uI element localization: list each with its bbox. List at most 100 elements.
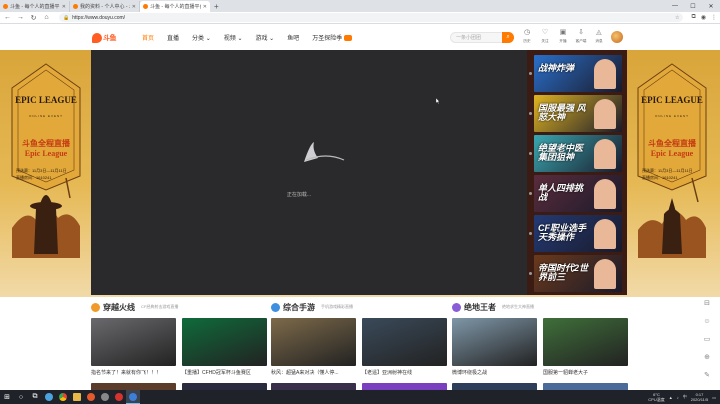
banner-title: EPIC LEAGUE	[641, 95, 703, 105]
browser-tab-1[interactable]: 斗鱼 - 每个人的直播平台 ✕	[0, 1, 70, 12]
start-button[interactable]: ⊞	[0, 390, 14, 404]
stream-thumbnail[interactable]	[362, 383, 447, 390]
maximize-button[interactable]: ☐	[684, 3, 702, 10]
menu-dots-icon[interactable]: ⋮	[711, 14, 717, 21]
streamer-face	[594, 139, 616, 169]
app-browser-active[interactable]	[126, 390, 140, 404]
stream-card[interactable]: 国服第一貂蝉老大子	[543, 318, 628, 376]
nav-yuba[interactable]: 鱼吧	[287, 33, 299, 42]
promo-item[interactable]: 国服最强 风怒大神	[534, 95, 622, 132]
search-button[interactable]: ⌕	[502, 32, 514, 43]
search-box[interactable]: 一条小团团 ⌕	[450, 32, 514, 43]
promo-item[interactable]: 单人四排挑战	[534, 175, 622, 212]
chevron-down-icon: ⌄	[237, 36, 243, 42]
stream-card[interactable]: 【老遥】亚洲射神在线	[362, 318, 447, 376]
forward-button[interactable]: →	[16, 14, 25, 21]
stream-thumbnail[interactable]	[182, 383, 267, 390]
extension-icon[interactable]: ⧉	[691, 14, 695, 21]
new-tab-button[interactable]: +	[210, 1, 223, 12]
app-explorer[interactable]	[70, 390, 84, 404]
volume-icon[interactable]: ♪	[677, 395, 679, 400]
task-view-icon: ⧉	[32, 393, 38, 400]
network-icon[interactable]: ▲	[669, 395, 673, 400]
recommended-streams-panel: 战神炸弹 国服最强 风怒大神 绝望老中医 集团狙神 单人四排挑战 CF职业选手 …	[527, 50, 627, 295]
promo-item[interactable]: CF职业选手 天秀操作	[534, 215, 622, 252]
stream-card[interactable]: 秋风：超猛A来对决（懂人停...	[271, 318, 356, 376]
screen-icon[interactable]: ▭	[704, 336, 711, 344]
app-browser-1[interactable]	[42, 390, 56, 404]
notification-icon[interactable]: ▭	[712, 395, 716, 400]
minimize-button[interactable]: —	[666, 3, 684, 9]
douyu-logo[interactable]: 斗鱼	[92, 32, 124, 43]
task-view-button[interactable]: ⧉	[28, 390, 42, 404]
bookmark-star-icon[interactable]: ☆	[675, 15, 679, 21]
search-taskbar-button[interactable]: ○	[14, 390, 28, 404]
start-stream-button[interactable]: ▣ 开播	[557, 29, 569, 44]
streamer-face	[594, 259, 616, 289]
section-pubg: 绝地王者 绝地求生大神直播 微博环绕极之战 国服第一貂蝉老大子	[452, 301, 628, 390]
stream-card[interactable]: 指名节来了！来就有你飞！！！	[91, 318, 176, 376]
nav-video[interactable]: 视频 ⌄	[224, 33, 243, 42]
app-security[interactable]	[112, 390, 126, 404]
home-button[interactable]: ⌂	[42, 14, 51, 21]
section-header[interactable]: 穿越火线 CF经典射击游戏直播	[91, 301, 267, 313]
ime-indicator[interactable]: 中	[683, 394, 687, 400]
reload-button[interactable]: ↻	[29, 14, 38, 22]
close-tab-icon[interactable]: ✕	[132, 4, 136, 10]
nav-games[interactable]: 游戏 ⌄	[255, 33, 274, 42]
search-input[interactable]: 一条小团团	[456, 34, 481, 41]
stream-card[interactable]: 【重播】CFHD冠军杯斗鱼赛区	[182, 318, 267, 376]
stream-thumbnail[interactable]	[271, 383, 356, 390]
epic-league-banner-right[interactable]: EPIC LEAGUE ONLINE EVENT 斗鱼全程直播 Epic Lea…	[632, 58, 712, 258]
epic-league-banner-left[interactable]: EPIC LEAGUE ONLINE EVENT 斗鱼全程直播 Epic Lea…	[6, 58, 86, 258]
nav-halloween-label: 万圣探险季	[312, 36, 343, 42]
nav-home[interactable]: 首页	[142, 33, 154, 42]
address-bar[interactable]: 🔒 https://www.douyu.com/ ☆	[59, 13, 684, 22]
feedback-icon[interactable]: ✎	[704, 372, 710, 380]
section-header[interactable]: 综合手游 手机游戏精彩直播	[271, 301, 447, 313]
app-icon[interactable]: ⊕	[704, 354, 710, 362]
stream-thumbnail	[452, 318, 537, 366]
clock-icon: ◷	[523, 29, 531, 36]
nav-category[interactable]: 分类 ⌄	[192, 33, 211, 42]
weather-widget[interactable]: 6°C CPU温度	[648, 392, 664, 402]
user-avatar[interactable]	[611, 31, 623, 43]
tab-title: 斗鱼 - 每个人的直播平台	[150, 4, 201, 10]
stream-card[interactable]: 微博环绕极之战	[452, 318, 537, 376]
nav-live[interactable]: 直播	[167, 33, 179, 42]
back-button[interactable]: ←	[3, 14, 12, 21]
system-clock[interactable]: 0:17 2020/11/5	[691, 392, 709, 402]
video-player[interactable]: 正在加载...	[91, 50, 527, 295]
section-header[interactable]: 绝地王者 绝地求生大神直播	[452, 301, 628, 313]
follow-button[interactable]: ♡ 关注	[539, 29, 551, 44]
history-label: 历史	[523, 38, 531, 43]
stream-thumbnail[interactable]	[452, 383, 537, 390]
stream-caption: 【老遥】亚洲射神在线	[362, 370, 413, 376]
promo-item[interactable]: 帝国时代2世界前三	[534, 255, 622, 292]
service-icon[interactable]: ☺	[703, 318, 710, 326]
messages-button[interactable]: ◬ 消息	[593, 29, 605, 44]
browser-tab-2[interactable]: 我的资料 - 个人中心 - 斗鱼 ✕	[70, 1, 140, 12]
streamer-face	[594, 179, 616, 209]
nav-halloween-event[interactable]: 万圣探险季	[312, 33, 353, 42]
app-other[interactable]	[98, 390, 112, 404]
promo-title: 国服最强 风怒大神	[538, 103, 586, 122]
close-tab-icon[interactable]: ✕	[203, 4, 207, 10]
close-tab-icon[interactable]: ✕	[62, 4, 66, 10]
promo-item[interactable]: 战神炸弹	[534, 55, 622, 92]
client-button[interactable]: ⇩ 客户端	[575, 29, 587, 44]
banner-room: 直播房间：1610241	[642, 175, 678, 180]
stream-thumbnail[interactable]	[91, 383, 176, 390]
gift-icon[interactable]: ⊟	[704, 300, 710, 308]
browser-tab-3[interactable]: 斗鱼 - 每个人的直播平台 ✕	[140, 1, 210, 12]
mobile-games-icon	[271, 302, 280, 312]
stream-thumbnail[interactable]	[543, 383, 628, 390]
app-media[interactable]	[84, 390, 98, 404]
history-button[interactable]: ◷ 历史	[521, 29, 533, 44]
app-chrome[interactable]	[56, 390, 70, 404]
promo-item[interactable]: 绝望老中医 集团狙神	[534, 135, 622, 172]
promo-title: 战神炸弹	[538, 63, 575, 73]
close-window-button[interactable]: ✕	[702, 3, 720, 10]
nav-video-label: 视频	[223, 36, 236, 42]
profile-icon[interactable]: ◉	[701, 14, 706, 21]
